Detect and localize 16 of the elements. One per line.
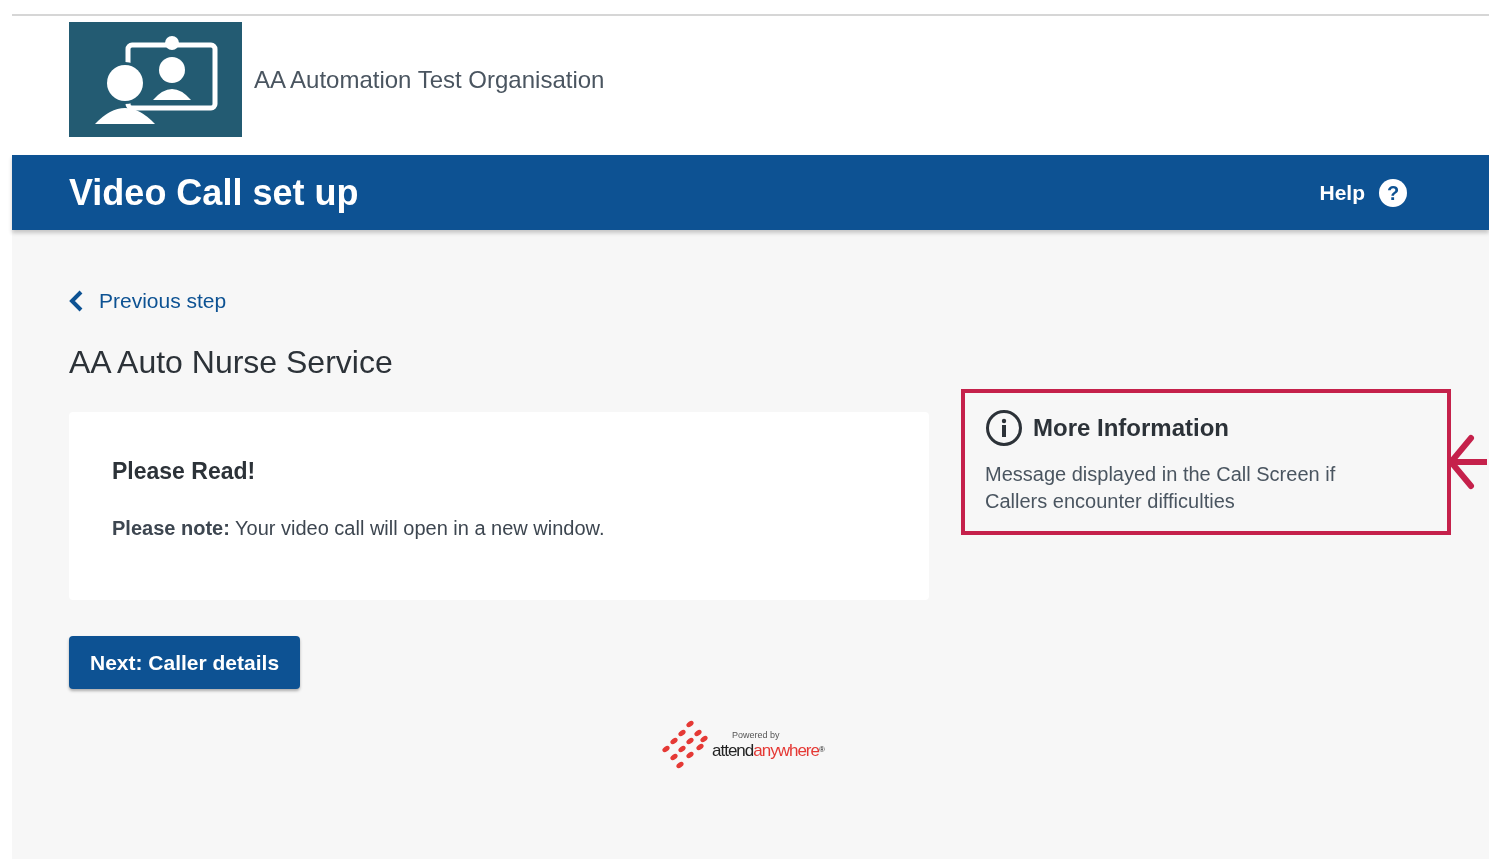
powered-by-text: Powered by xyxy=(732,728,781,742)
help-icon: ? xyxy=(1379,178,1407,207)
more-info-heading: More Information xyxy=(1033,413,1229,443)
next-button[interactable]: Next: Caller details xyxy=(69,636,301,689)
info-icon xyxy=(985,409,1023,447)
previous-step-link[interactable]: Previous step xyxy=(69,284,929,318)
dots-logo-icon xyxy=(660,719,710,769)
organisation-name: AA Automation Test Organisation xyxy=(254,64,605,95)
notice-heading: Please Read! xyxy=(112,457,257,486)
page-title: Video Call set up xyxy=(69,170,359,215)
notice-text: Please note: Your video call will open in a new window. xyxy=(112,515,606,541)
brand-name: attendanywhere$^{®}$ xyxy=(712,742,824,760)
more-info-text: Message displayed in the Call Screen if Callers encounter difficulties xyxy=(985,462,1337,514)
service-name: AA Auto Nurse Service xyxy=(69,343,394,382)
help-link[interactable]: Help ? xyxy=(1319,176,1407,209)
chevron-left-icon xyxy=(69,290,83,312)
